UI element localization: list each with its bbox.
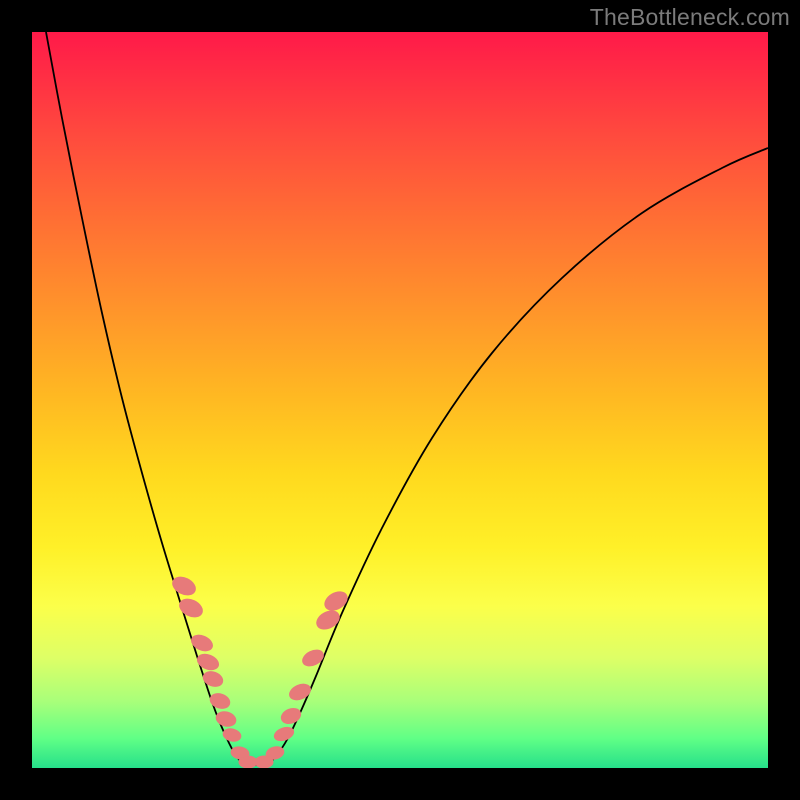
bead-marker — [195, 651, 221, 672]
bead-marker — [239, 756, 257, 768]
bead-marker — [322, 588, 351, 614]
bead-marker — [287, 681, 313, 703]
bead-marker — [177, 596, 206, 621]
plot-area — [32, 32, 768, 768]
curve-layer — [32, 32, 768, 768]
bead-marker — [300, 647, 326, 669]
bead-marker — [208, 691, 231, 710]
bead-marker — [201, 669, 225, 689]
chart-container: TheBottleneck.com — [0, 0, 800, 800]
bottleneck-curve — [46, 32, 768, 765]
bead-marker — [170, 574, 199, 599]
bead-marker — [314, 607, 343, 632]
bead-marker — [273, 725, 296, 743]
bead-marker — [214, 710, 237, 729]
bead-marker — [279, 706, 303, 726]
bead-markers — [170, 574, 351, 768]
bead-marker — [189, 632, 215, 654]
bead-marker — [222, 727, 242, 743]
attribution-watermark: TheBottleneck.com — [590, 4, 790, 31]
